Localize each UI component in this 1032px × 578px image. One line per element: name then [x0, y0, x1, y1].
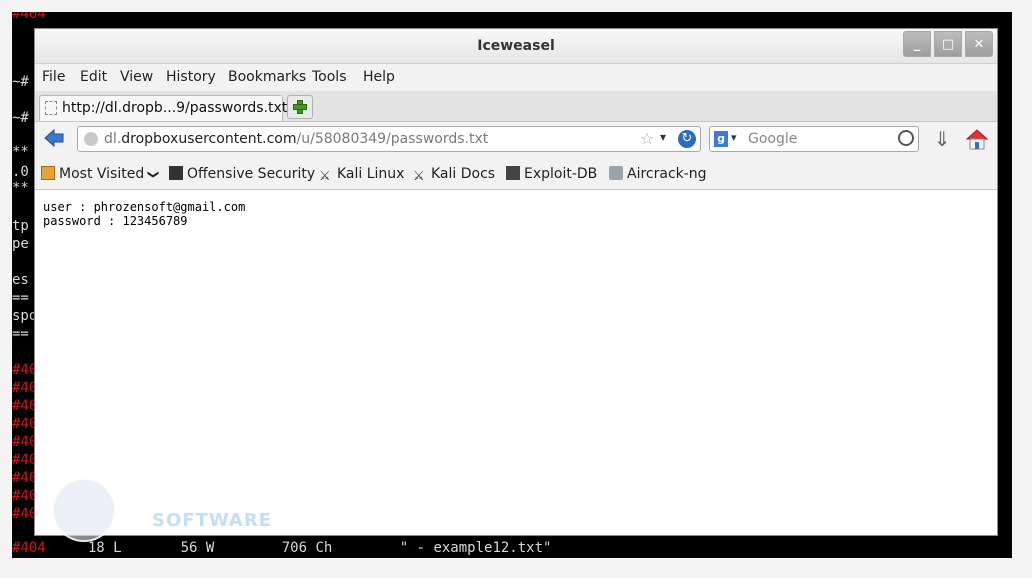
terminal-fragment: pe [12, 236, 29, 252]
bookmark-exploit-db[interactable]: Exploit-DB [506, 166, 597, 182]
menu-bar: File Edit View History Bookmarks Tools H… [35, 65, 997, 89]
kali-dragon-icon: ⚔ [413, 169, 425, 184]
page-icon [45, 101, 57, 115]
satellite-dish-icon [609, 166, 623, 180]
bookmark-star-icon[interactable]: ☆ [640, 129, 654, 148]
menu-tools[interactable]: Tools [312, 69, 347, 85]
exploit-db-icon [506, 166, 520, 180]
download-arrow-icon[interactable]: ⇓ [933, 128, 951, 150]
window-title: Iceweasel [477, 38, 555, 54]
terminal-fragment: == [12, 290, 29, 306]
dragon-icon [169, 166, 183, 180]
menu-edit[interactable]: Edit [80, 69, 107, 85]
close-button[interactable]: ✕ [965, 31, 993, 57]
menu-bookmarks[interactable]: Bookmarks [228, 69, 306, 85]
bookmark-most-visited[interactable]: Most Visited ❯ [41, 166, 160, 182]
search-input[interactable]: Google [748, 131, 797, 147]
url-text[interactable]: dl.dropboxusercontent.com/u/58080349/pas… [104, 131, 488, 147]
engine-dropdown-icon[interactable]: ▾ [731, 131, 737, 144]
tab-bar: http://dl.dropb...9/passwords.txt [35, 91, 997, 122]
password-line: password : 123456789 [43, 214, 188, 228]
home-icon[interactable] [965, 127, 989, 151]
folder-icon [41, 166, 55, 180]
tab-label: http://dl.dropb...9/passwords.txt [62, 100, 288, 116]
bookmark-kali-linux[interactable]: ⚔ Kali Linux [319, 166, 404, 184]
plus-icon [293, 100, 307, 114]
reload-icon[interactable]: ↻ [678, 130, 696, 148]
terminal-fragment: == [12, 326, 29, 342]
terminal-top-line: #404 [12, 12, 46, 22]
google-engine-icon[interactable]: g [714, 131, 728, 147]
terminal-prompt: ~# [12, 110, 29, 126]
back-arrow-icon[interactable] [43, 127, 65, 149]
terminal-bottom-line: #404 18 L 56 W 706 Ch " - example12.txt" [12, 540, 552, 556]
terminal-fragment: ** [12, 180, 29, 196]
watermark-logo [52, 478, 116, 542]
navigation-toolbar: dl.dropboxusercontent.com/u/58080349/pas… [35, 122, 997, 158]
search-bar[interactable]: g ▾ Google [709, 126, 919, 152]
page-content: user : phrozensoft@gmail.com password : 1… [35, 190, 997, 535]
user-line: user : phrozensoft@gmail.com [43, 200, 246, 214]
terminal-fragment: es [12, 272, 29, 288]
kali-dragon-icon: ⚔ [319, 169, 331, 184]
title-bar[interactable]: Iceweasel _ □ ✕ [35, 29, 997, 64]
watermark-text: SOFTWARE [152, 510, 272, 531]
bookmark-kali-docs[interactable]: ⚔ Kali Docs [413, 166, 495, 184]
text-document: user : phrozensoft@gmail.com password : 1… [43, 200, 245, 228]
browser-window: Iceweasel _ □ ✕ File Edit View History B… [34, 28, 998, 536]
terminal-fragment: tp [12, 218, 29, 234]
chevron-down-icon: ❯ [146, 169, 160, 180]
new-tab-button[interactable] [287, 95, 313, 119]
url-bar[interactable]: dl.dropboxusercontent.com/u/58080349/pas… [77, 126, 701, 152]
bookmark-offensive-security[interactable]: Offensive Security [169, 166, 315, 182]
terminal-fragment: .0 [12, 164, 29, 180]
maximize-button[interactable]: □ [934, 31, 962, 57]
site-identity-icon[interactable] [84, 132, 98, 146]
menu-view[interactable]: View [120, 69, 153, 85]
search-icon[interactable] [898, 130, 914, 146]
minimize-button[interactable]: _ [903, 31, 931, 57]
menu-help[interactable]: Help [363, 69, 395, 85]
menu-history[interactable]: History [166, 69, 216, 85]
url-history-dropdown-icon[interactable]: ▾ [660, 130, 666, 144]
menu-file[interactable]: File [42, 69, 65, 85]
terminal-prompt: ~# [12, 74, 29, 90]
bookmarks-toolbar: Most Visited ❯ Offensive Security ⚔ Kali … [35, 159, 997, 190]
bookmark-aircrack-ng[interactable]: Aircrack-ng [609, 166, 707, 182]
tab-passwords[interactable]: http://dl.dropb...9/passwords.txt [39, 95, 287, 121]
terminal-fragment: ** [12, 144, 29, 160]
